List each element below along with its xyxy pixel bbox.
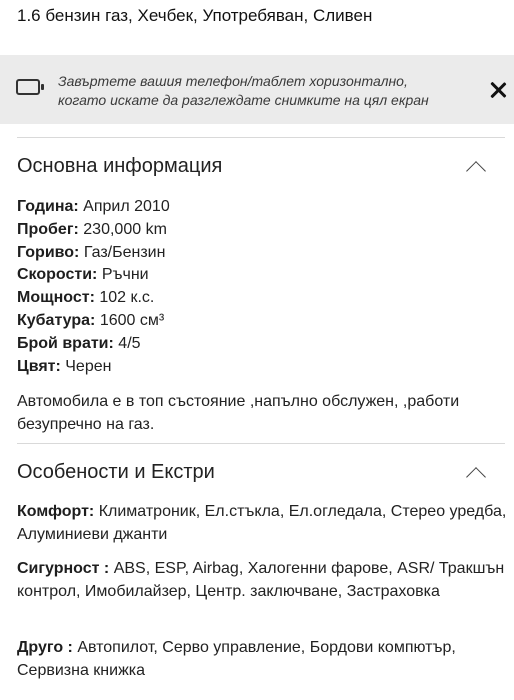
feature-group-comfort: Комфорт: Климатроник, Ел.стъкла, Ел.огле… <box>17 500 507 546</box>
listing-description: Автомобила е в топ състояние ,напълно об… <box>17 393 460 433</box>
spec-doors: Брой врати: 4/5 <box>17 333 170 356</box>
device-rotate-icon <box>16 79 44 95</box>
feature-label: Сигурност : <box>17 560 110 577</box>
spec-value: Черен <box>65 357 112 375</box>
spec-displacement: Кубатура: 1600 см³ <box>17 310 170 333</box>
spec-value: 102 к.с. <box>99 289 155 307</box>
spec-gearbox: Скорости: Ръчни <box>17 264 170 287</box>
spec-power: Мощност: 102 к.с. <box>17 287 170 310</box>
spec-label: Мощност: <box>17 289 95 307</box>
spec-value: 1600 см³ <box>99 311 165 329</box>
spec-label: Година: <box>17 198 79 215</box>
spec-list: Година: Април 2010 Пробег: 230,000 km Го… <box>17 196 170 378</box>
spec-label: Скорости: <box>17 266 98 284</box>
spec-fuel: Гориво: Газ/Бензин <box>17 242 170 265</box>
rotate-device-banner: Завъртете вашия телефон/таблет хоризонта… <box>0 55 514 124</box>
spec-label: Цвят: <box>17 357 61 375</box>
spec-label: Пробег: <box>17 220 79 238</box>
feature-label: Друго : <box>17 639 73 656</box>
spec-value: Април 2010 <box>83 198 170 215</box>
close-icon[interactable] <box>489 81 507 99</box>
spec-value: Ръчни <box>101 266 149 284</box>
spec-color: Цвят: Черен <box>17 356 170 379</box>
feature-value: Автопилот, Серво управление, Бордови ком… <box>17 639 456 679</box>
section-divider <box>17 443 505 444</box>
basic-info-title[interactable]: Основна информация <box>17 155 222 178</box>
chevron-up-icon[interactable] <box>466 464 486 484</box>
chevron-up-icon[interactable] <box>466 158 486 178</box>
spec-year: Година: Април 2010 <box>17 196 170 219</box>
features-title[interactable]: Особености и Екстри <box>17 461 215 484</box>
spec-value: Газ/Бензин <box>83 243 166 261</box>
spec-value: 4/5 <box>118 334 141 352</box>
spec-label: Брой врати: <box>17 334 114 352</box>
rotate-device-message: Завъртете вашия телефон/таблет хоризонта… <box>58 73 429 108</box>
spec-label: Кубатура: <box>17 311 96 329</box>
feature-label: Комфорт: <box>17 503 95 520</box>
spec-mileage: Пробег: 230,000 km <box>17 219 170 242</box>
listing-subtitle: 1.6 бензин газ, Хечбек, Употребяван, Сли… <box>17 6 373 25</box>
section-divider <box>17 137 505 138</box>
feature-group-safety: Сигурност : ABS, ESP, Airbag, Халогенни … <box>17 557 507 603</box>
spec-label: Гориво: <box>17 243 80 261</box>
feature-group-other: Друго : Автопилот, Серво управление, Бор… <box>17 636 507 682</box>
spec-value: 230,000 km <box>83 220 167 238</box>
